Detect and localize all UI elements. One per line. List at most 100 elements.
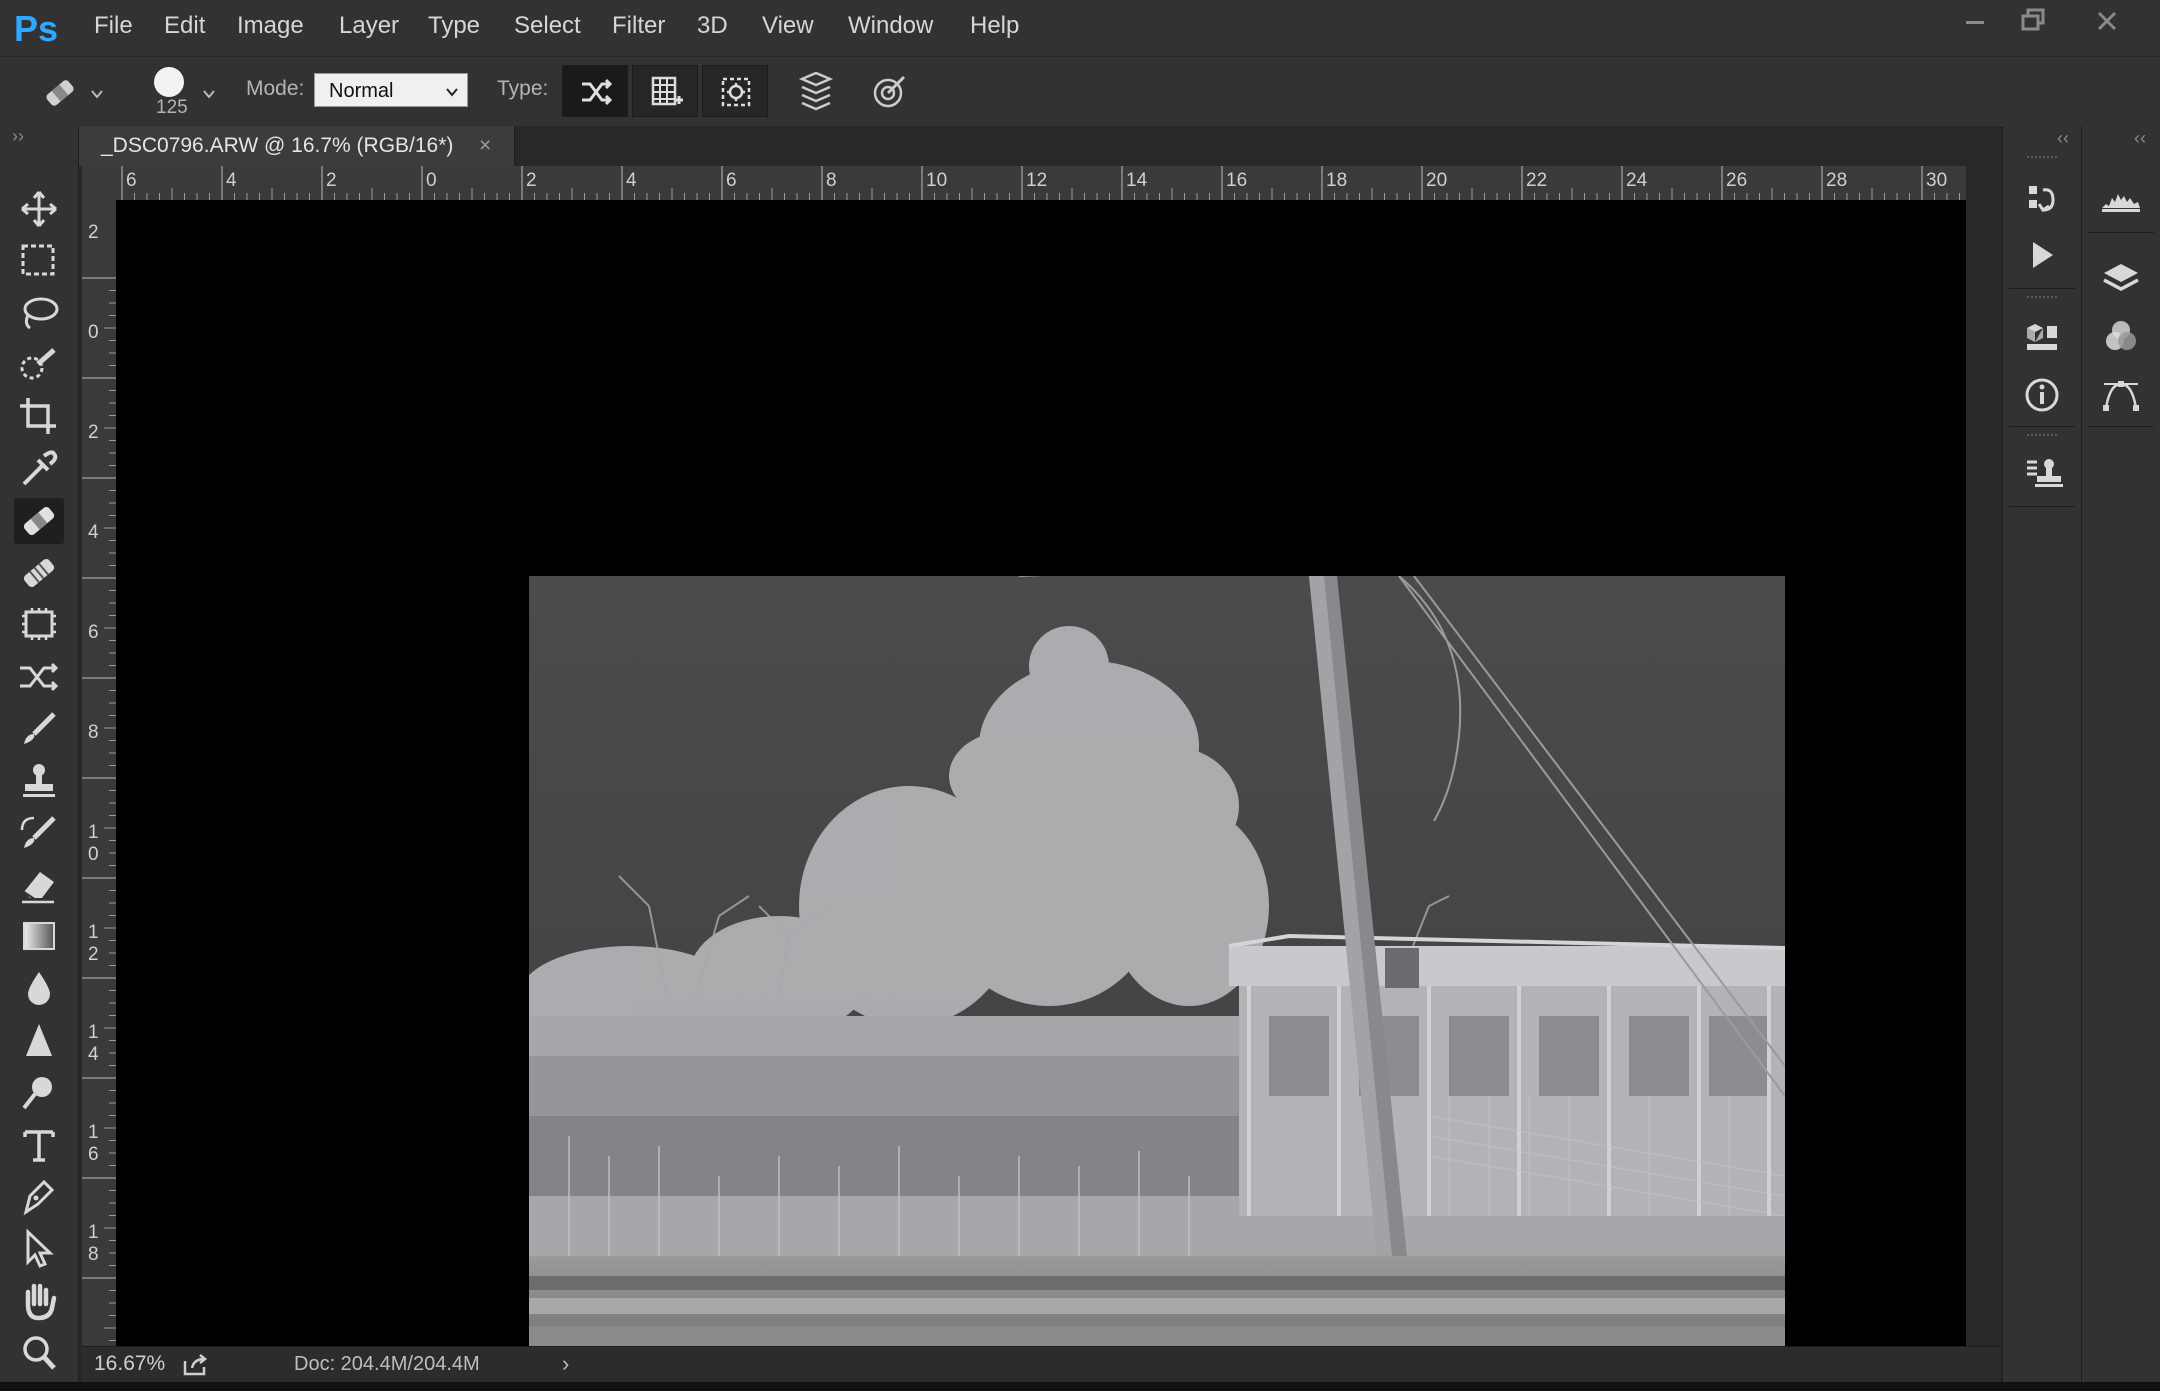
document-image[interactable] [529,576,1785,1368]
collapse-dock-icon[interactable]: ‹‹ [2057,128,2069,149]
content-aware-button[interactable] [702,65,768,117]
chevron-down-icon[interactable] [202,87,216,101]
marquee-tool[interactable] [14,238,64,284]
menu-type[interactable]: Type [428,12,480,40]
ruler-label: 8 [88,722,99,743]
minimize-button[interactable] [1946,4,2004,44]
menu-window[interactable]: Window [848,12,933,40]
sharpen-tool[interactable] [14,1018,64,1064]
panel-dock-collapsed: ‹‹ [2002,126,2082,1382]
zoom-level[interactable]: 16.67% [94,1352,165,1376]
layers-icon [2103,264,2139,291]
chevron-down-icon[interactable] [90,87,104,101]
bandage-icon [23,506,55,536]
channels-icon [2106,321,2136,350]
rectangular-marquee-icon [21,244,55,276]
pressure-size-icon[interactable] [870,71,910,111]
pen-tool[interactable] [14,1174,64,1220]
brush-preview-icon[interactable] [152,65,186,99]
history-brush-tool[interactable] [14,810,64,856]
history-brush-icon [20,816,56,848]
restore-button[interactable] [2004,4,2062,44]
share-export-icon[interactable] [182,1353,210,1377]
tools-panel: ›› [0,126,79,1391]
ruler-label: 6 [88,1144,99,1165]
ruler-label: 24 [1626,170,1648,191]
proximity-match-button[interactable] [562,65,628,117]
zoom-tool[interactable] [14,1330,64,1376]
brush-tool[interactable] [14,706,64,752]
stamp-icon [23,764,55,797]
triangle-icon [26,1024,52,1056]
patch-tool[interactable] [14,602,64,648]
layers-panel-button[interactable] [2096,254,2146,304]
panel-grip[interactable] [2027,156,2057,164]
close-icon [2097,11,2117,31]
ruler-label: 30 [1926,170,1947,191]
status-menu-arrow-icon[interactable]: › [562,1351,569,1377]
gradient-tool[interactable] [14,914,64,960]
menu-select[interactable]: Select [514,12,581,40]
content-aware-move-tool[interactable] [14,654,64,700]
ruler-label: 2 [326,170,337,191]
ruler-label: 2 [88,222,99,243]
blur-tool[interactable] [14,966,64,1012]
ruler-label: 4 [626,170,637,191]
chevron-down-icon [446,88,458,97]
ruler-label: 22 [1526,170,1547,191]
menu-image[interactable]: Image [237,12,304,40]
menu-filter[interactable]: Filter [612,12,665,40]
type-t-icon [23,1130,55,1162]
ruler-label: 20 [1426,170,1447,191]
move-tool[interactable] [14,186,64,232]
lasso-tool[interactable] [14,290,64,336]
panel-dock-column: ‹‹ [2082,126,2160,1382]
healing-brush-tool[interactable] [14,550,64,596]
menu-layer[interactable]: Layer [339,12,399,40]
ruler-label: 0 [426,170,437,191]
patch-icon [22,608,56,640]
close-tab-icon[interactable]: × [479,134,491,158]
brush-size-value: 125 [156,97,188,118]
spot-healing-brush-tool[interactable] [14,498,64,544]
collapse-toolbar-icon[interactable]: ›› [12,126,24,147]
actions-panel-button[interactable] [2017,230,2067,280]
ruler-label: 2 [526,170,537,191]
info-panel-button[interactable] [2017,370,2067,420]
eraser-tool[interactable] [14,862,64,908]
channels-panel-button[interactable] [2096,312,2146,362]
clone-stamp-tool[interactable] [14,758,64,804]
mode-select[interactable]: Normal [314,73,468,107]
canvas-area[interactable] [116,200,1966,1368]
menu-file[interactable]: File [94,12,133,40]
histogram-panel-button[interactable] [2096,174,2146,224]
photoshop-logo: Ps [14,8,59,49]
path-selection-tool[interactable] [14,1226,64,1272]
clone-source-panel-button[interactable] [2017,448,2067,498]
sample-all-layers-icon[interactable] [796,71,836,111]
horizontal-ruler[interactable]: 6 4 2 0 2 4 6 8 10 12 14 16 18 20 22 24 26 28 30 [82,166,1966,201]
eraser-icon [22,872,54,904]
panel-grip[interactable] [2027,296,2057,304]
quick-selection-tool[interactable] [14,342,64,388]
menu-help[interactable]: Help [970,12,1019,40]
close-window-button[interactable] [2078,4,2136,44]
crop-tool[interactable] [14,394,64,440]
eyedropper-tool[interactable] [14,446,64,492]
expand-dock-icon[interactable]: ‹‹ [2134,128,2146,149]
create-texture-button[interactable] [632,65,698,117]
menu-view[interactable]: View [762,12,814,40]
panel-grip[interactable] [2027,434,2057,442]
3d-panel-button[interactable] [2017,312,2067,362]
dodge-tool[interactable] [14,1070,64,1116]
spot-healing-preset-icon[interactable] [40,73,80,113]
hand-icon [25,1283,57,1321]
menu-edit[interactable]: Edit [164,12,205,40]
hand-tool[interactable] [14,1278,64,1324]
type-tool[interactable] [14,1122,64,1168]
paths-panel-button[interactable] [2096,370,2146,420]
document-tab[interactable]: _DSC0796.ARW @ 16.7% (RGB/16*) × [79,126,515,166]
vertical-ruler[interactable]: 2024681012141618 [82,200,117,1346]
menu-3d[interactable]: 3D [697,12,728,40]
history-panel-button[interactable] [2017,174,2067,224]
